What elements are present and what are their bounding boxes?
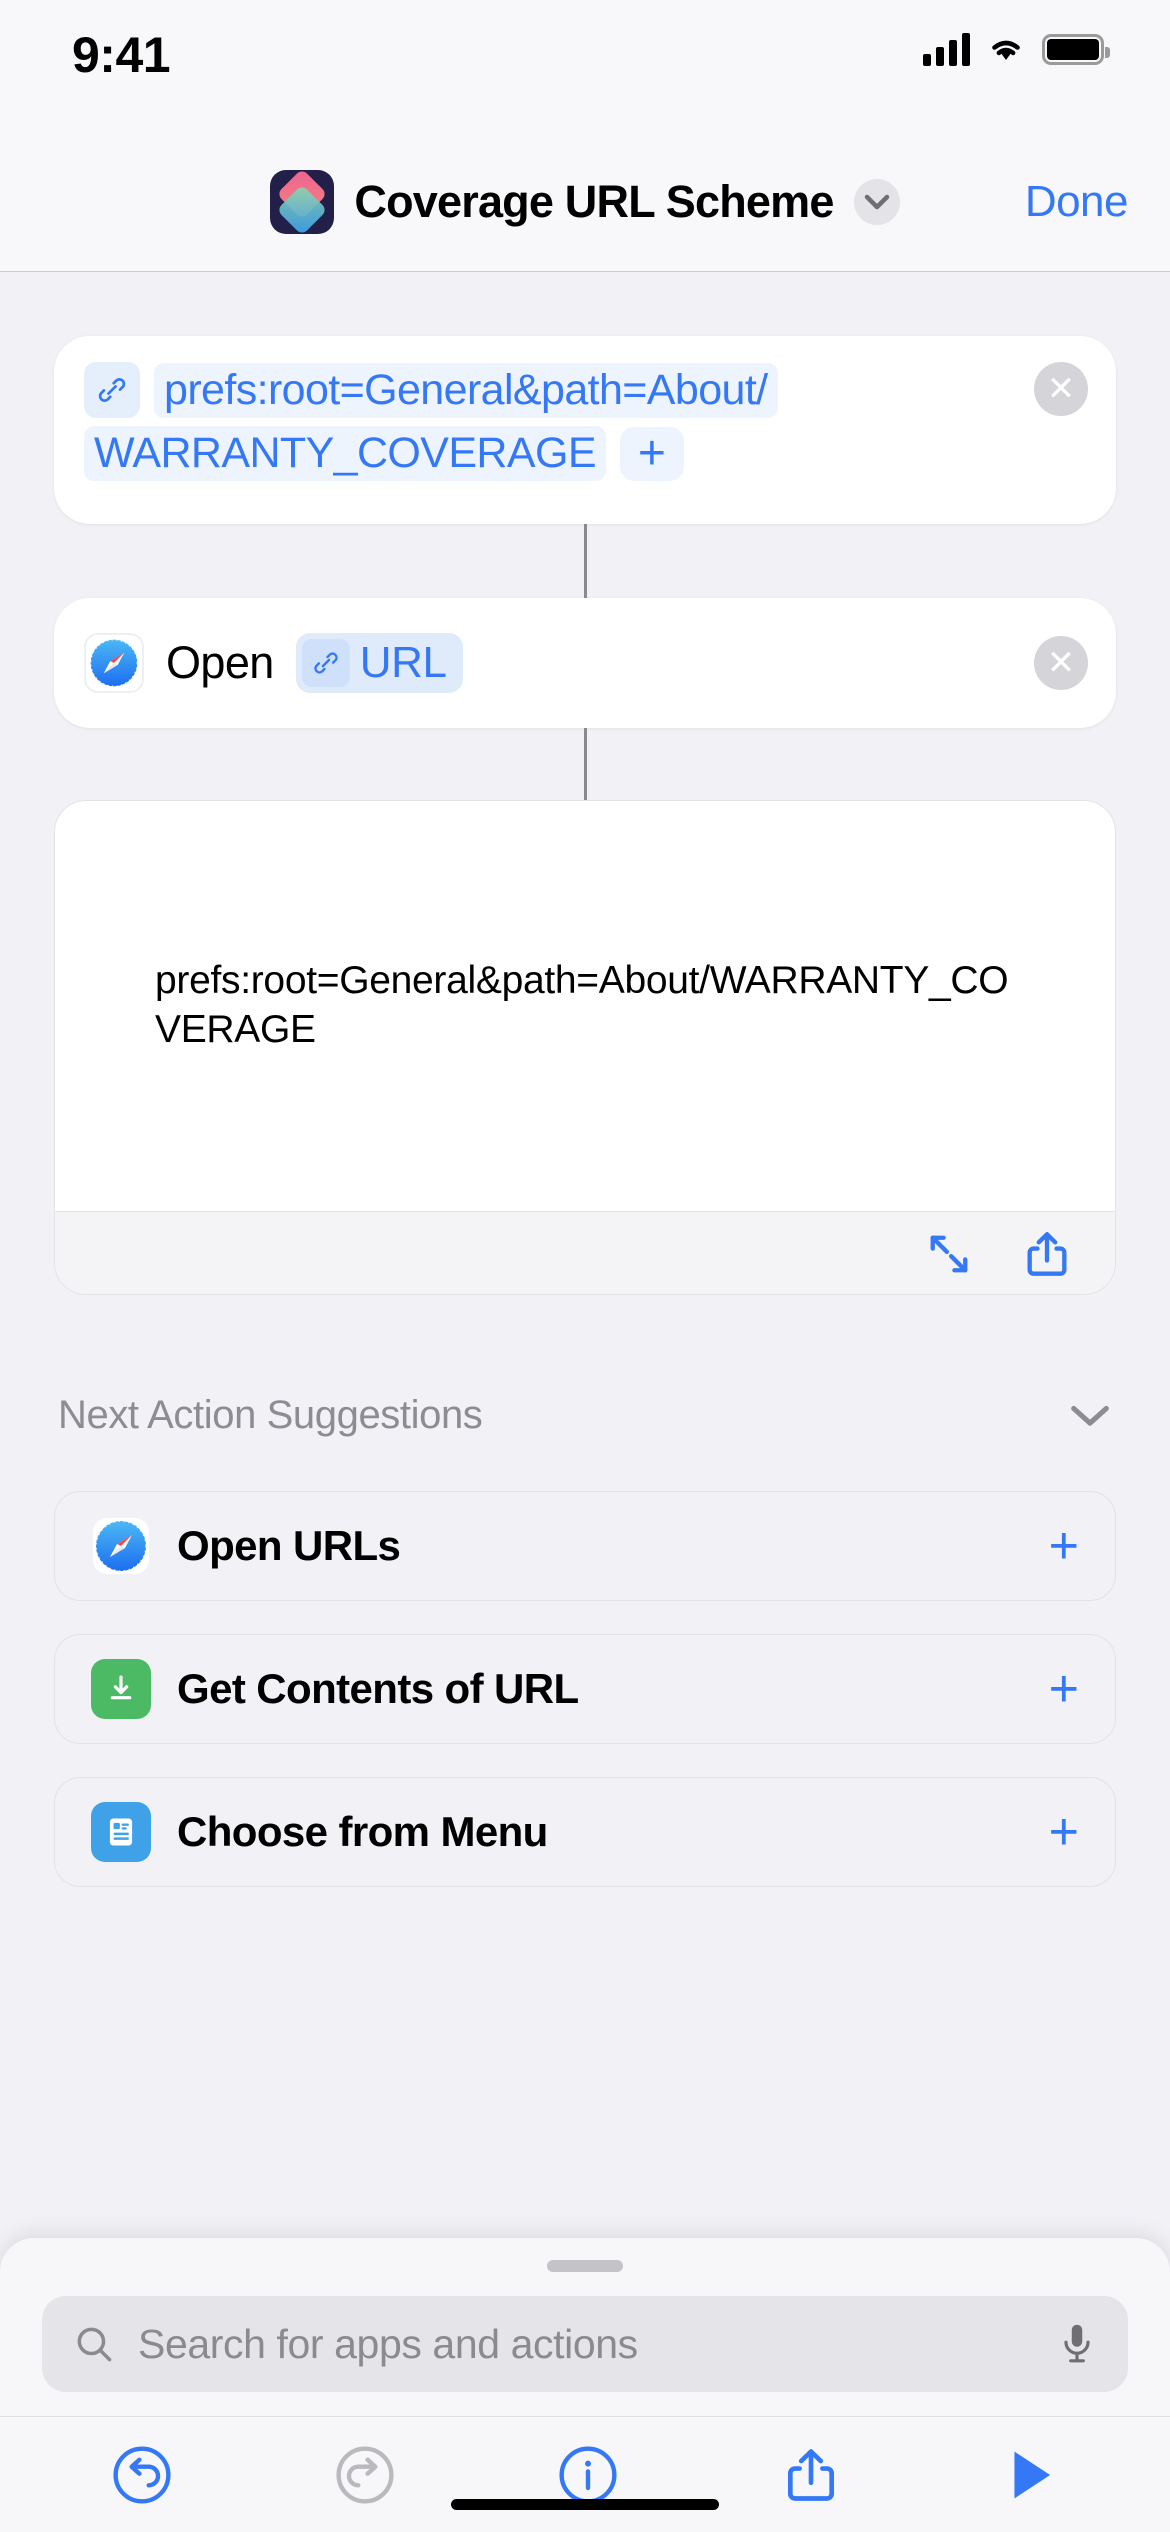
status-bar: 9:41 <box>0 0 1170 132</box>
url-value-line-2[interactable]: WARRANTY_COVERAGE <box>84 426 606 481</box>
play-icon[interactable] <box>1003 2444 1059 2506</box>
action-library-sheet: Search for apps and actions <box>0 2238 1170 2532</box>
url-action-row-2: WARRANTY_COVERAGE + <box>84 426 1086 481</box>
open-verb-label: Open <box>166 637 274 688</box>
link-icon <box>84 362 140 418</box>
share-icon[interactable] <box>780 2444 842 2506</box>
search-placeholder: Search for apps and actions <box>138 2320 638 2367</box>
page-title: Coverage URL Scheme <box>354 175 834 227</box>
status-time: 9:41 <box>72 27 171 83</box>
status-indicators <box>923 32 1110 66</box>
sheet-grabber[interactable] <box>547 2260 623 2272</box>
shortcut-title-group[interactable]: Coverage URL Scheme <box>270 169 900 234</box>
expand-arrows-icon[interactable] <box>923 1228 975 1280</box>
shortcut-actions-list: prefs:root=General&path=About/ WARRANTY_… <box>0 273 1170 2532</box>
home-indicator <box>451 2499 719 2510</box>
url-variable-label: URL <box>359 638 447 687</box>
search-icon <box>77 2327 112 2362</box>
result-preview-text: prefs:root=General&path=About/WARRANTY_C… <box>155 959 1009 1051</box>
url-action-card[interactable]: prefs:root=General&path=About/ WARRANTY_… <box>54 336 1116 524</box>
result-preview-body: prefs:root=General&path=About/WARRANTY_C… <box>55 801 1115 1211</box>
microphone-icon[interactable] <box>1056 2321 1098 2367</box>
next-action-suggestions-title: Next Action Suggestions <box>58 1392 483 1437</box>
add-suggestion-button[interactable]: + <box>1049 1806 1079 1858</box>
url-variable-token[interactable]: URL <box>295 633 463 693</box>
shortcuts-app-icon <box>270 169 335 234</box>
add-url-button[interactable]: + <box>619 426 684 481</box>
search-input[interactable]: Search for apps and actions <box>42 2296 1128 2392</box>
link-icon <box>301 639 350 687</box>
menu-list-icon <box>91 1802 151 1862</box>
open-url-action-card[interactable]: Open URL ✕ <box>54 598 1116 728</box>
suggestion-open-urls[interactable]: Open URLs + <box>54 1491 1116 1601</box>
remove-url-action-button[interactable]: ✕ <box>1034 362 1088 416</box>
next-action-suggestions-header[interactable]: Next Action Suggestions <box>0 1380 1170 1450</box>
chevron-down-icon[interactable] <box>1068 1402 1112 1428</box>
share-icon[interactable] <box>1021 1228 1073 1280</box>
suggestion-label: Get Contents of URL <box>177 1665 579 1712</box>
action-connector <box>584 524 587 598</box>
safari-icon <box>91 1516 151 1576</box>
suggestion-choose-from-menu[interactable]: Choose from Menu + <box>54 1777 1116 1887</box>
add-suggestion-button[interactable]: + <box>1049 1663 1079 1715</box>
info-icon[interactable] <box>557 2444 619 2506</box>
suggestion-get-contents-of-url[interactable]: Get Contents of URL + <box>54 1634 1116 1744</box>
download-url-icon <box>91 1659 151 1719</box>
shortcuts-editor-screen: 9:41 Coverage URL Scheme Done prefs:root… <box>0 0 1170 2532</box>
editor-toolbar <box>0 2416 1170 2532</box>
url-action-row-1: prefs:root=General&path=About/ <box>84 362 1086 418</box>
action-connector <box>584 728 587 800</box>
redo-icon[interactable] <box>334 2444 396 2506</box>
chevron-down-icon[interactable] <box>853 178 900 225</box>
navigation-bar: Coverage URL Scheme Done <box>0 132 1170 272</box>
done-button[interactable]: Done <box>1025 177 1129 227</box>
result-preview-toolbar <box>55 1211 1115 1294</box>
wifi-icon <box>992 40 1020 60</box>
suggestion-label: Choose from Menu <box>177 1808 548 1855</box>
safari-icon <box>84 633 144 693</box>
remove-open-action-button[interactable]: ✕ <box>1034 636 1088 690</box>
result-preview-card: prefs:root=General&path=About/WARRANTY_C… <box>54 800 1116 1295</box>
url-value-line-1[interactable]: prefs:root=General&path=About/ <box>154 362 778 418</box>
battery-icon <box>1042 33 1110 65</box>
suggestion-label: Open URLs <box>177 1522 401 1569</box>
undo-icon[interactable] <box>111 2444 173 2506</box>
add-suggestion-button[interactable]: + <box>1049 1520 1079 1572</box>
signal-bars-icon <box>923 32 970 66</box>
